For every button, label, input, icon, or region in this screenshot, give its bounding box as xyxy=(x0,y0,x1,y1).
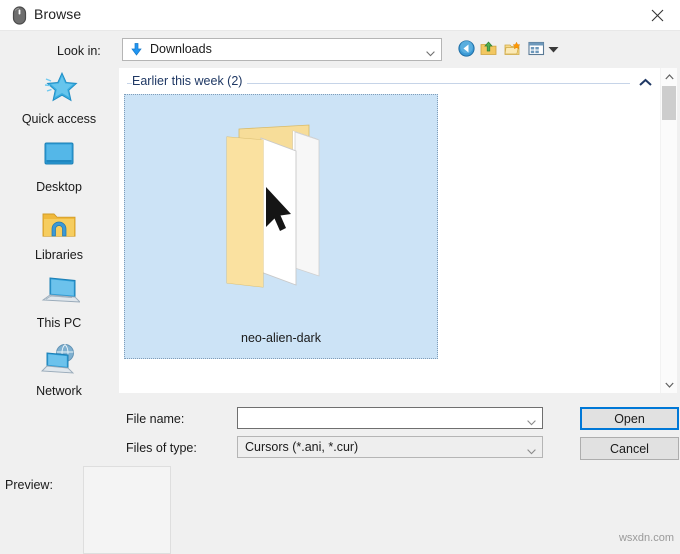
sidebar-item-label: Network xyxy=(36,384,82,398)
look-in-combobox[interactable]: Downloads xyxy=(122,38,442,61)
window-title: Browse xyxy=(34,6,82,22)
chevron-down-icon[interactable] xyxy=(548,43,559,53)
sidebar-item-label: Libraries xyxy=(35,248,83,262)
cancel-button[interactable]: Cancel xyxy=(580,437,679,460)
file-name-label: File name: xyxy=(126,412,185,426)
chevron-down-icon xyxy=(426,46,435,57)
chevron-up-icon[interactable] xyxy=(639,77,652,87)
this-pc-computer-icon xyxy=(0,272,118,312)
downloads-arrow-icon xyxy=(129,42,144,57)
look-in-label: Look in: xyxy=(57,44,101,58)
title-bar: Browse xyxy=(0,0,680,31)
libraries-folder-icon xyxy=(0,204,118,244)
file-group-header[interactable]: Earlier this week (2) xyxy=(127,74,652,92)
sidebar-item-libraries[interactable]: Libraries xyxy=(0,204,118,272)
sidebar-item-label: This PC xyxy=(36,316,82,330)
list-item[interactable]: neo-alien-dark xyxy=(124,94,438,359)
file-name-input[interactable] xyxy=(237,407,543,429)
create-new-folder-icon[interactable] xyxy=(504,40,521,57)
open-folder-with-cursor-thumbnail xyxy=(201,115,361,310)
files-of-type-value: Cursors (*.ani, *.cur) xyxy=(245,440,359,454)
chevron-down-icon[interactable] xyxy=(527,415,536,426)
close-icon[interactable] xyxy=(634,0,680,30)
watermark: wsxdn.com xyxy=(618,532,674,544)
look-in-value: Downloads xyxy=(150,42,212,56)
files-of-type-combobox[interactable]: Cursors (*.ani, *.cur) xyxy=(237,436,543,458)
sidebar-item-desktop[interactable]: Desktop xyxy=(0,136,118,204)
desktop-monitor-icon xyxy=(0,136,118,176)
scrollbar-thumb[interactable] xyxy=(662,86,676,120)
sidebar-item-label: Desktop xyxy=(36,180,82,194)
back-navigation-icon[interactable] xyxy=(458,40,475,57)
navigation-toolbar xyxy=(458,38,559,60)
network-globe-icon xyxy=(0,340,118,380)
places-sidebar: Quick access Desktop Libraries This PC N… xyxy=(0,62,118,462)
file-list-pane[interactable]: Earlier this week (2) neo-alien-dark xyxy=(119,68,660,393)
sidebar-item-quick-access[interactable]: Quick access xyxy=(0,68,118,136)
quick-access-star-icon xyxy=(0,68,118,108)
list-item-label: neo-alien-dark xyxy=(241,331,321,345)
sidebar-item-network[interactable]: Network xyxy=(0,340,118,408)
mouse-icon xyxy=(11,6,28,25)
chevron-up-icon[interactable] xyxy=(661,68,677,85)
preview-label: Preview: xyxy=(5,478,53,492)
chevron-down-icon[interactable] xyxy=(527,444,536,455)
open-button[interactable]: Open xyxy=(580,407,679,430)
up-one-level-folder-icon[interactable] xyxy=(480,40,497,57)
chevron-down-icon[interactable] xyxy=(661,376,677,393)
sidebar-item-label: Quick access xyxy=(21,112,97,126)
sidebar-item-this-pc[interactable]: This PC xyxy=(0,272,118,340)
files-of-type-label: Files of type: xyxy=(126,441,197,455)
file-list-scrollbar[interactable] xyxy=(660,68,677,393)
preview-box xyxy=(83,466,171,554)
group-header-label: Earlier this week (2) xyxy=(132,74,248,88)
views-icon[interactable] xyxy=(528,40,545,57)
